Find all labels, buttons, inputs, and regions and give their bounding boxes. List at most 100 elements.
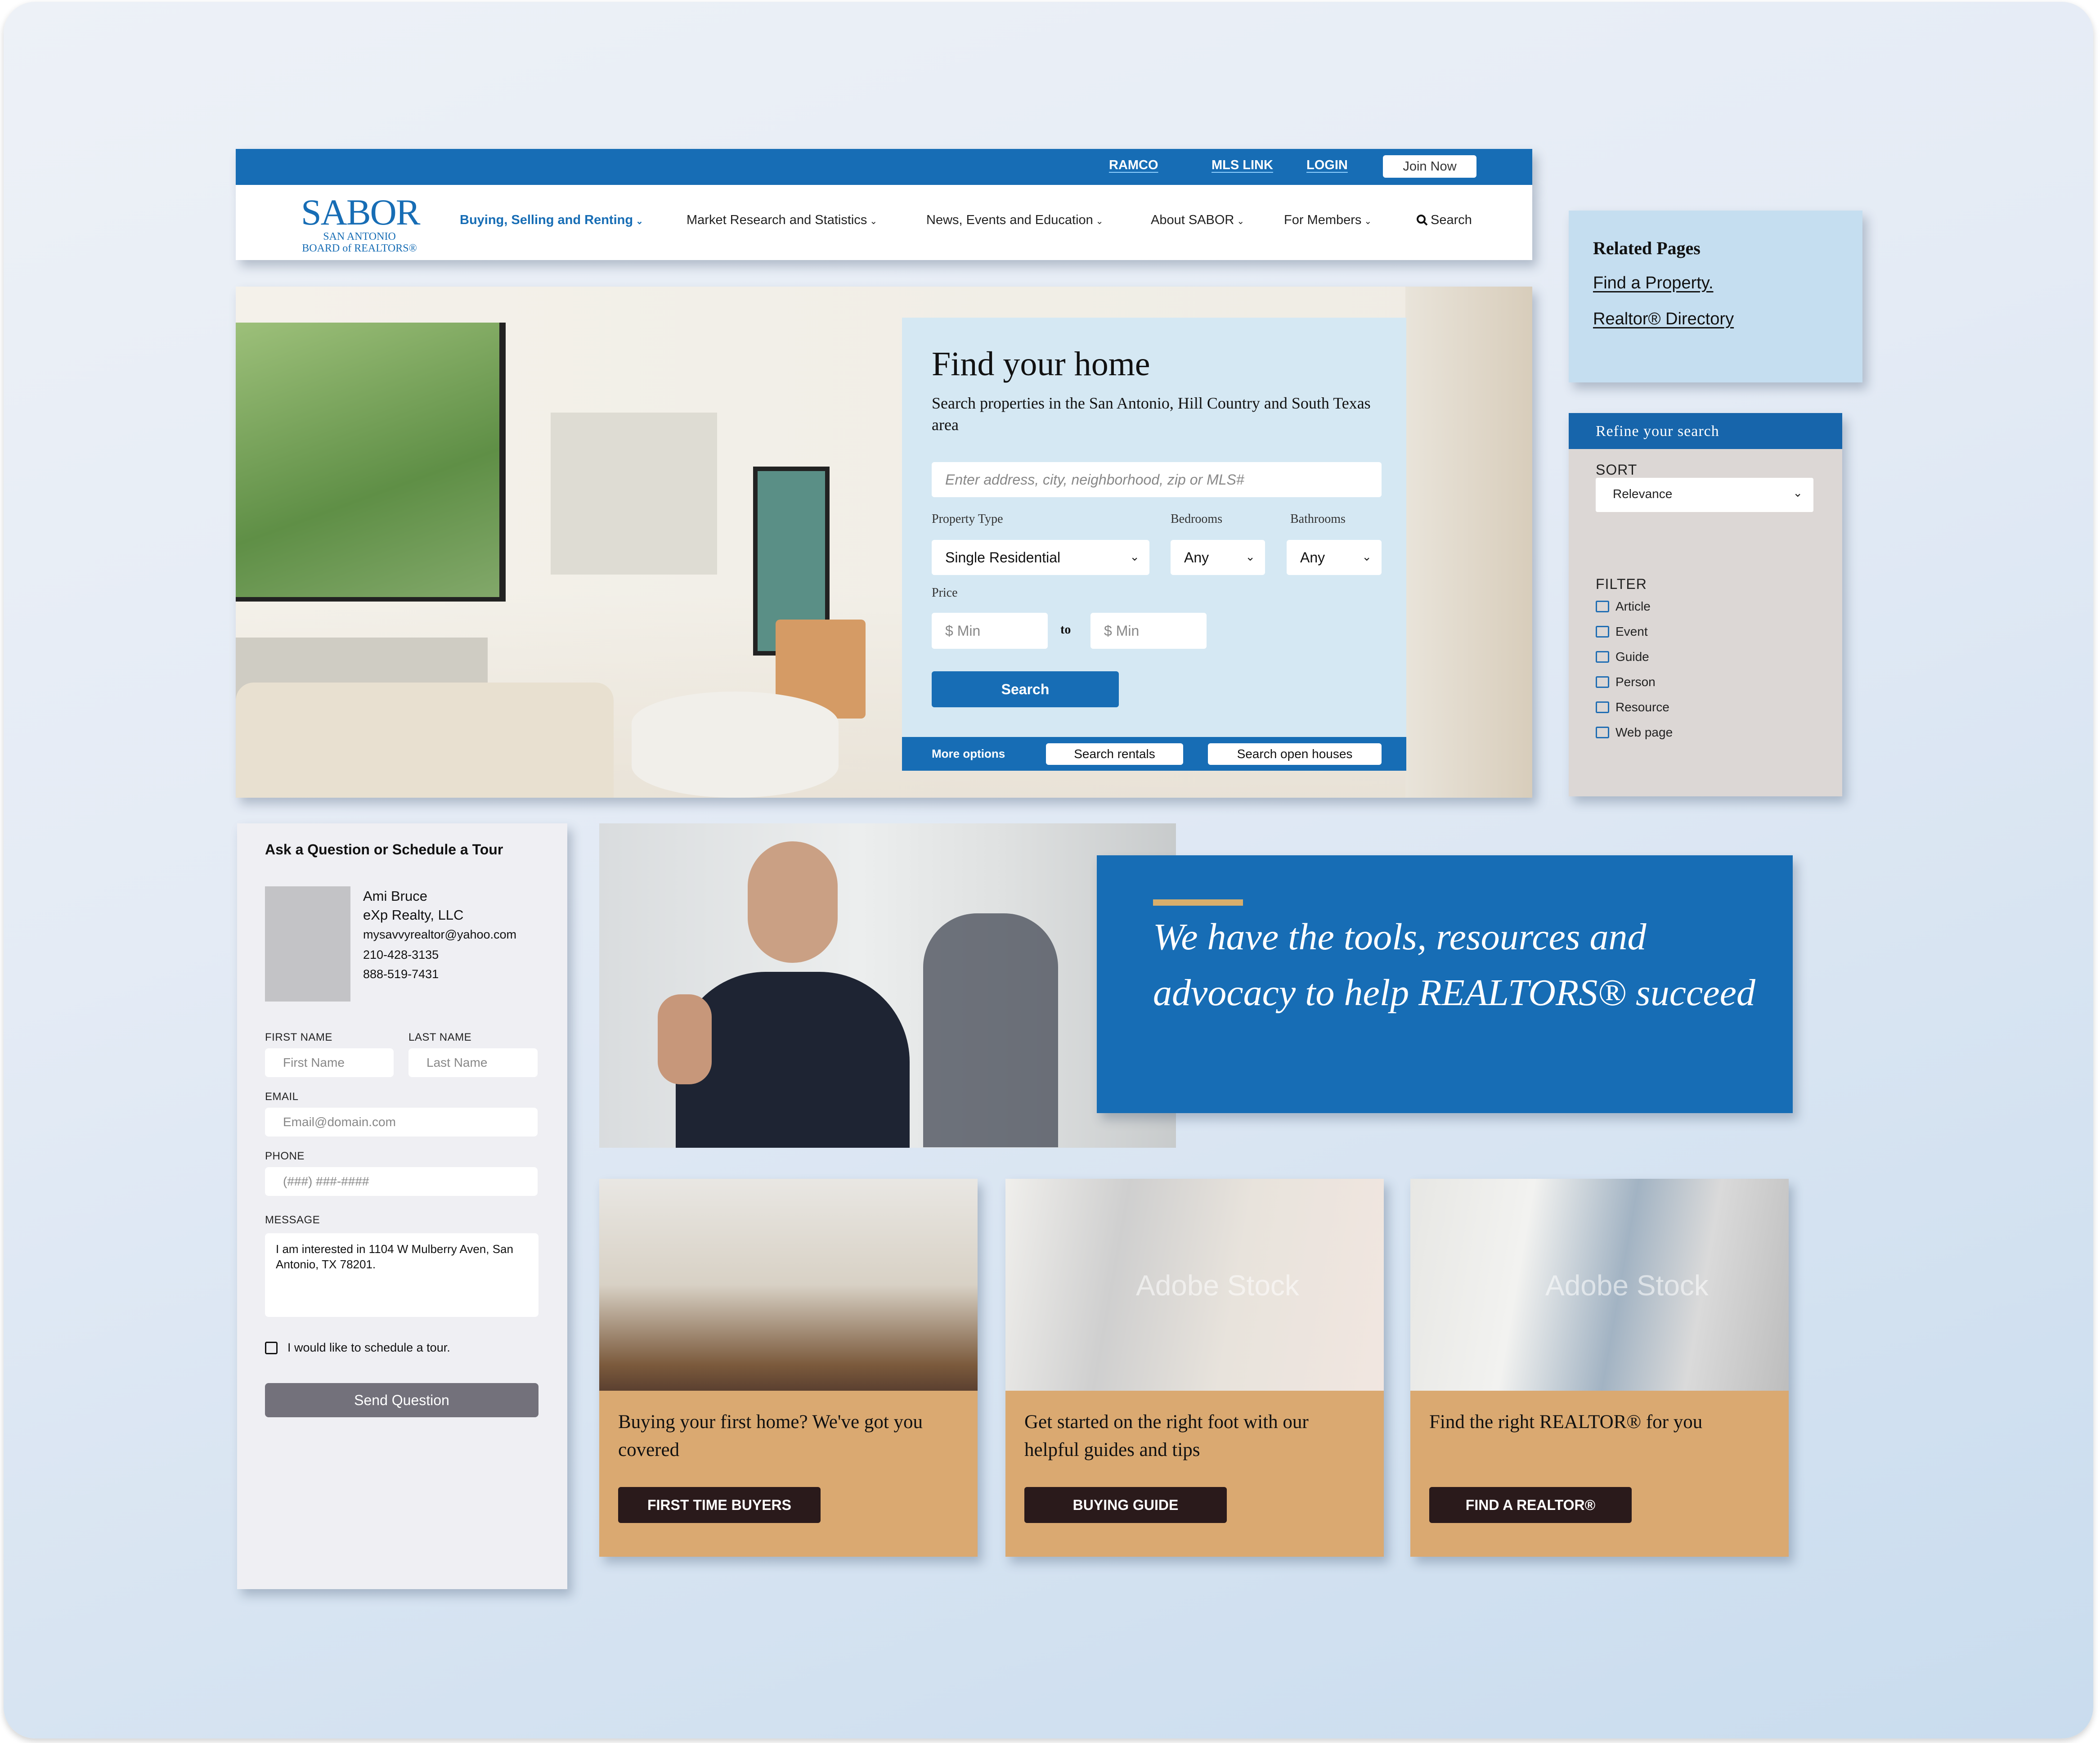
find-home-title: Find your home [932, 345, 1150, 383]
message-label: MESSAGE [265, 1214, 320, 1226]
schedule-tour-label: I would like to schedule a tour. [287, 1341, 450, 1354]
filter-resource[interactable]: Resource [1596, 700, 1669, 714]
login-link[interactable]: LOGIN [1306, 158, 1348, 173]
sort-label: SORT [1596, 462, 1638, 478]
nav-search[interactable]: Search [1416, 213, 1472, 228]
nav-label: Buying, Selling and Renting [460, 213, 633, 227]
property-type-value: Single Residential [945, 549, 1061, 566]
chevron-down-icon: ⌄ [1245, 549, 1255, 563]
property-type-select[interactable]: Single Residential ⌄ [932, 540, 1149, 575]
filter-label-text: Web page [1615, 725, 1673, 739]
nav-label: Market Research and Statistics [687, 213, 867, 227]
checkbox[interactable] [1596, 701, 1609, 713]
email-label: EMAIL [265, 1091, 299, 1103]
photo-background-people [923, 913, 1058, 1147]
price-min-input[interactable]: $ Min [932, 613, 1048, 649]
mls-link[interactable]: MLS LINK [1212, 158, 1273, 173]
mission-banner: We have the tools, resources and advocac… [1097, 855, 1793, 1113]
last-name-input[interactable]: Last Name [408, 1048, 538, 1077]
find-realtor-button[interactable]: FIND A REALTOR® [1429, 1487, 1632, 1523]
chevron-down-icon: ⌄ [1362, 549, 1372, 563]
card-buying-guide: Adobe Stock Get started on the right foo… [1005, 1179, 1384, 1557]
checkbox[interactable] [1596, 727, 1609, 738]
card-find-realtor: Adobe Stock Find the right REALTOR® for … [1410, 1179, 1789, 1557]
last-name-label: LAST NAME [408, 1031, 472, 1043]
refine-search-panel: Refine your search SORT Relevance ⌄ FILT… [1569, 413, 1842, 796]
sort-select[interactable]: Relevance ⌄ [1596, 478, 1813, 512]
hero-sofa [236, 683, 614, 798]
filter-article[interactable]: Article [1596, 599, 1651, 614]
send-question-button[interactable]: Send Question [265, 1383, 538, 1417]
search-open-houses-button[interactable]: Search open houses [1208, 743, 1382, 765]
chevron-down-icon: ⌄ [870, 216, 878, 226]
bathrooms-label: Bathrooms [1290, 512, 1346, 526]
card-realtor-desk-photo: Adobe Stock [1410, 1179, 1789, 1391]
agent-phone-1[interactable]: 210-428-3135 [363, 948, 439, 962]
bedrooms-select[interactable]: Any ⌄ [1171, 540, 1265, 575]
filter-label-text: Resource [1615, 700, 1669, 714]
more-options-link[interactable]: More options [932, 747, 1005, 761]
nav-for-members[interactable]: For Members ⌄ [1284, 213, 1372, 228]
email-input[interactable]: Email@domain.com [265, 1108, 538, 1137]
photo-thumbs-up [658, 994, 712, 1084]
realtor-thumbs-up-photo [599, 823, 1176, 1148]
related-pages-title: Related Pages [1593, 238, 1701, 258]
first-name-input[interactable]: First Name [265, 1048, 394, 1077]
contact-form-title: Ask a Question or Schedule a Tour [265, 841, 503, 858]
message-textarea[interactable]: I am interested in 1104 W Mulberry Aven,… [265, 1233, 538, 1317]
logo-wordmark: SABOR [301, 192, 420, 233]
agent-phone-2[interactable]: 888-519-7431 [363, 967, 439, 981]
gold-accent-rule [1153, 899, 1243, 906]
schedule-tour-option[interactable]: I would like to schedule a tour. [265, 1341, 450, 1355]
search-panel-footer: More options Search rentals Search open … [902, 737, 1406, 771]
filter-event[interactable]: Event [1596, 624, 1648, 639]
join-now-button[interactable]: Join Now [1383, 155, 1476, 178]
nav-news-events[interactable]: News, Events and Education ⌄ [926, 213, 1104, 228]
chevron-down-icon: ⌄ [1237, 216, 1245, 226]
nav-buying-selling-renting[interactable]: Buying, Selling and Renting ⌄ [460, 213, 643, 228]
checkbox[interactable] [1596, 626, 1609, 638]
checkbox[interactable] [1596, 601, 1609, 612]
checkbox[interactable] [1596, 676, 1609, 688]
agent-name: Ami Bruce [363, 888, 427, 904]
price-max-input[interactable]: $ Min [1090, 613, 1207, 649]
chevron-down-icon: ⌄ [1130, 549, 1140, 563]
checkbox[interactable] [265, 1341, 278, 1354]
realtor-directory-link[interactable]: Realtor® Directory [1593, 310, 1734, 329]
hero-table [632, 692, 839, 798]
bathrooms-select[interactable]: Any ⌄ [1287, 540, 1382, 575]
buying-guide-button[interactable]: BUYING GUIDE [1024, 1487, 1227, 1523]
filter-label-text: Guide [1615, 650, 1649, 664]
chevron-down-icon: ⌄ [1364, 216, 1372, 226]
filter-label-text: Person [1615, 675, 1656, 689]
first-time-buyers-button[interactable]: FIRST TIME BUYERS [618, 1487, 821, 1523]
checkbox[interactable] [1596, 651, 1609, 663]
card-first-time-buyers: Buying your first home? We've got you co… [599, 1179, 978, 1557]
nav-about-sabor[interactable]: About SABOR ⌄ [1151, 213, 1244, 228]
filter-person[interactable]: Person [1596, 675, 1656, 689]
filter-web-page[interactable]: Web page [1596, 725, 1673, 740]
stock-watermark: Adobe Stock [1545, 1269, 1709, 1302]
filter-label: FILTER [1596, 576, 1647, 592]
chevron-down-icon: ⌄ [1095, 216, 1104, 226]
nav-search-label: Search [1431, 213, 1472, 227]
first-name-label: FIRST NAME [265, 1031, 332, 1043]
search-rentals-button[interactable]: Search rentals [1046, 743, 1183, 765]
card-text: Find the right REALTOR® for you [1429, 1411, 1703, 1433]
agent-email[interactable]: mysavvyrealtor@yahoo.com [363, 928, 516, 942]
contact-form-panel: Ask a Question or Schedule a Tour Ami Br… [237, 823, 567, 1589]
nav-market-research[interactable]: Market Research and Statistics ⌄ [687, 213, 877, 228]
find-property-link[interactable]: Find a Property. [1593, 274, 1714, 293]
sort-value: Relevance [1613, 487, 1673, 501]
search-button[interactable]: Search [932, 671, 1119, 707]
chevron-down-icon: ⌄ [636, 216, 643, 226]
filter-guide[interactable]: Guide [1596, 650, 1649, 664]
ramco-link[interactable]: RAMCO [1109, 158, 1158, 173]
chevron-down-icon: ⌄ [1793, 486, 1803, 499]
address-search-input[interactable]: Enter address, city, neighborhood, zip o… [932, 462, 1382, 497]
bedrooms-value: Any [1184, 549, 1209, 566]
sabor-logo[interactable]: SABOR SAN ANTONIO BOARD of REALTORS® [301, 192, 420, 255]
mission-quote: We have the tools, resources and advocac… [1153, 916, 1755, 1014]
phone-input[interactable]: (###) ###-#### [265, 1167, 538, 1196]
hero-wall [1405, 287, 1532, 798]
